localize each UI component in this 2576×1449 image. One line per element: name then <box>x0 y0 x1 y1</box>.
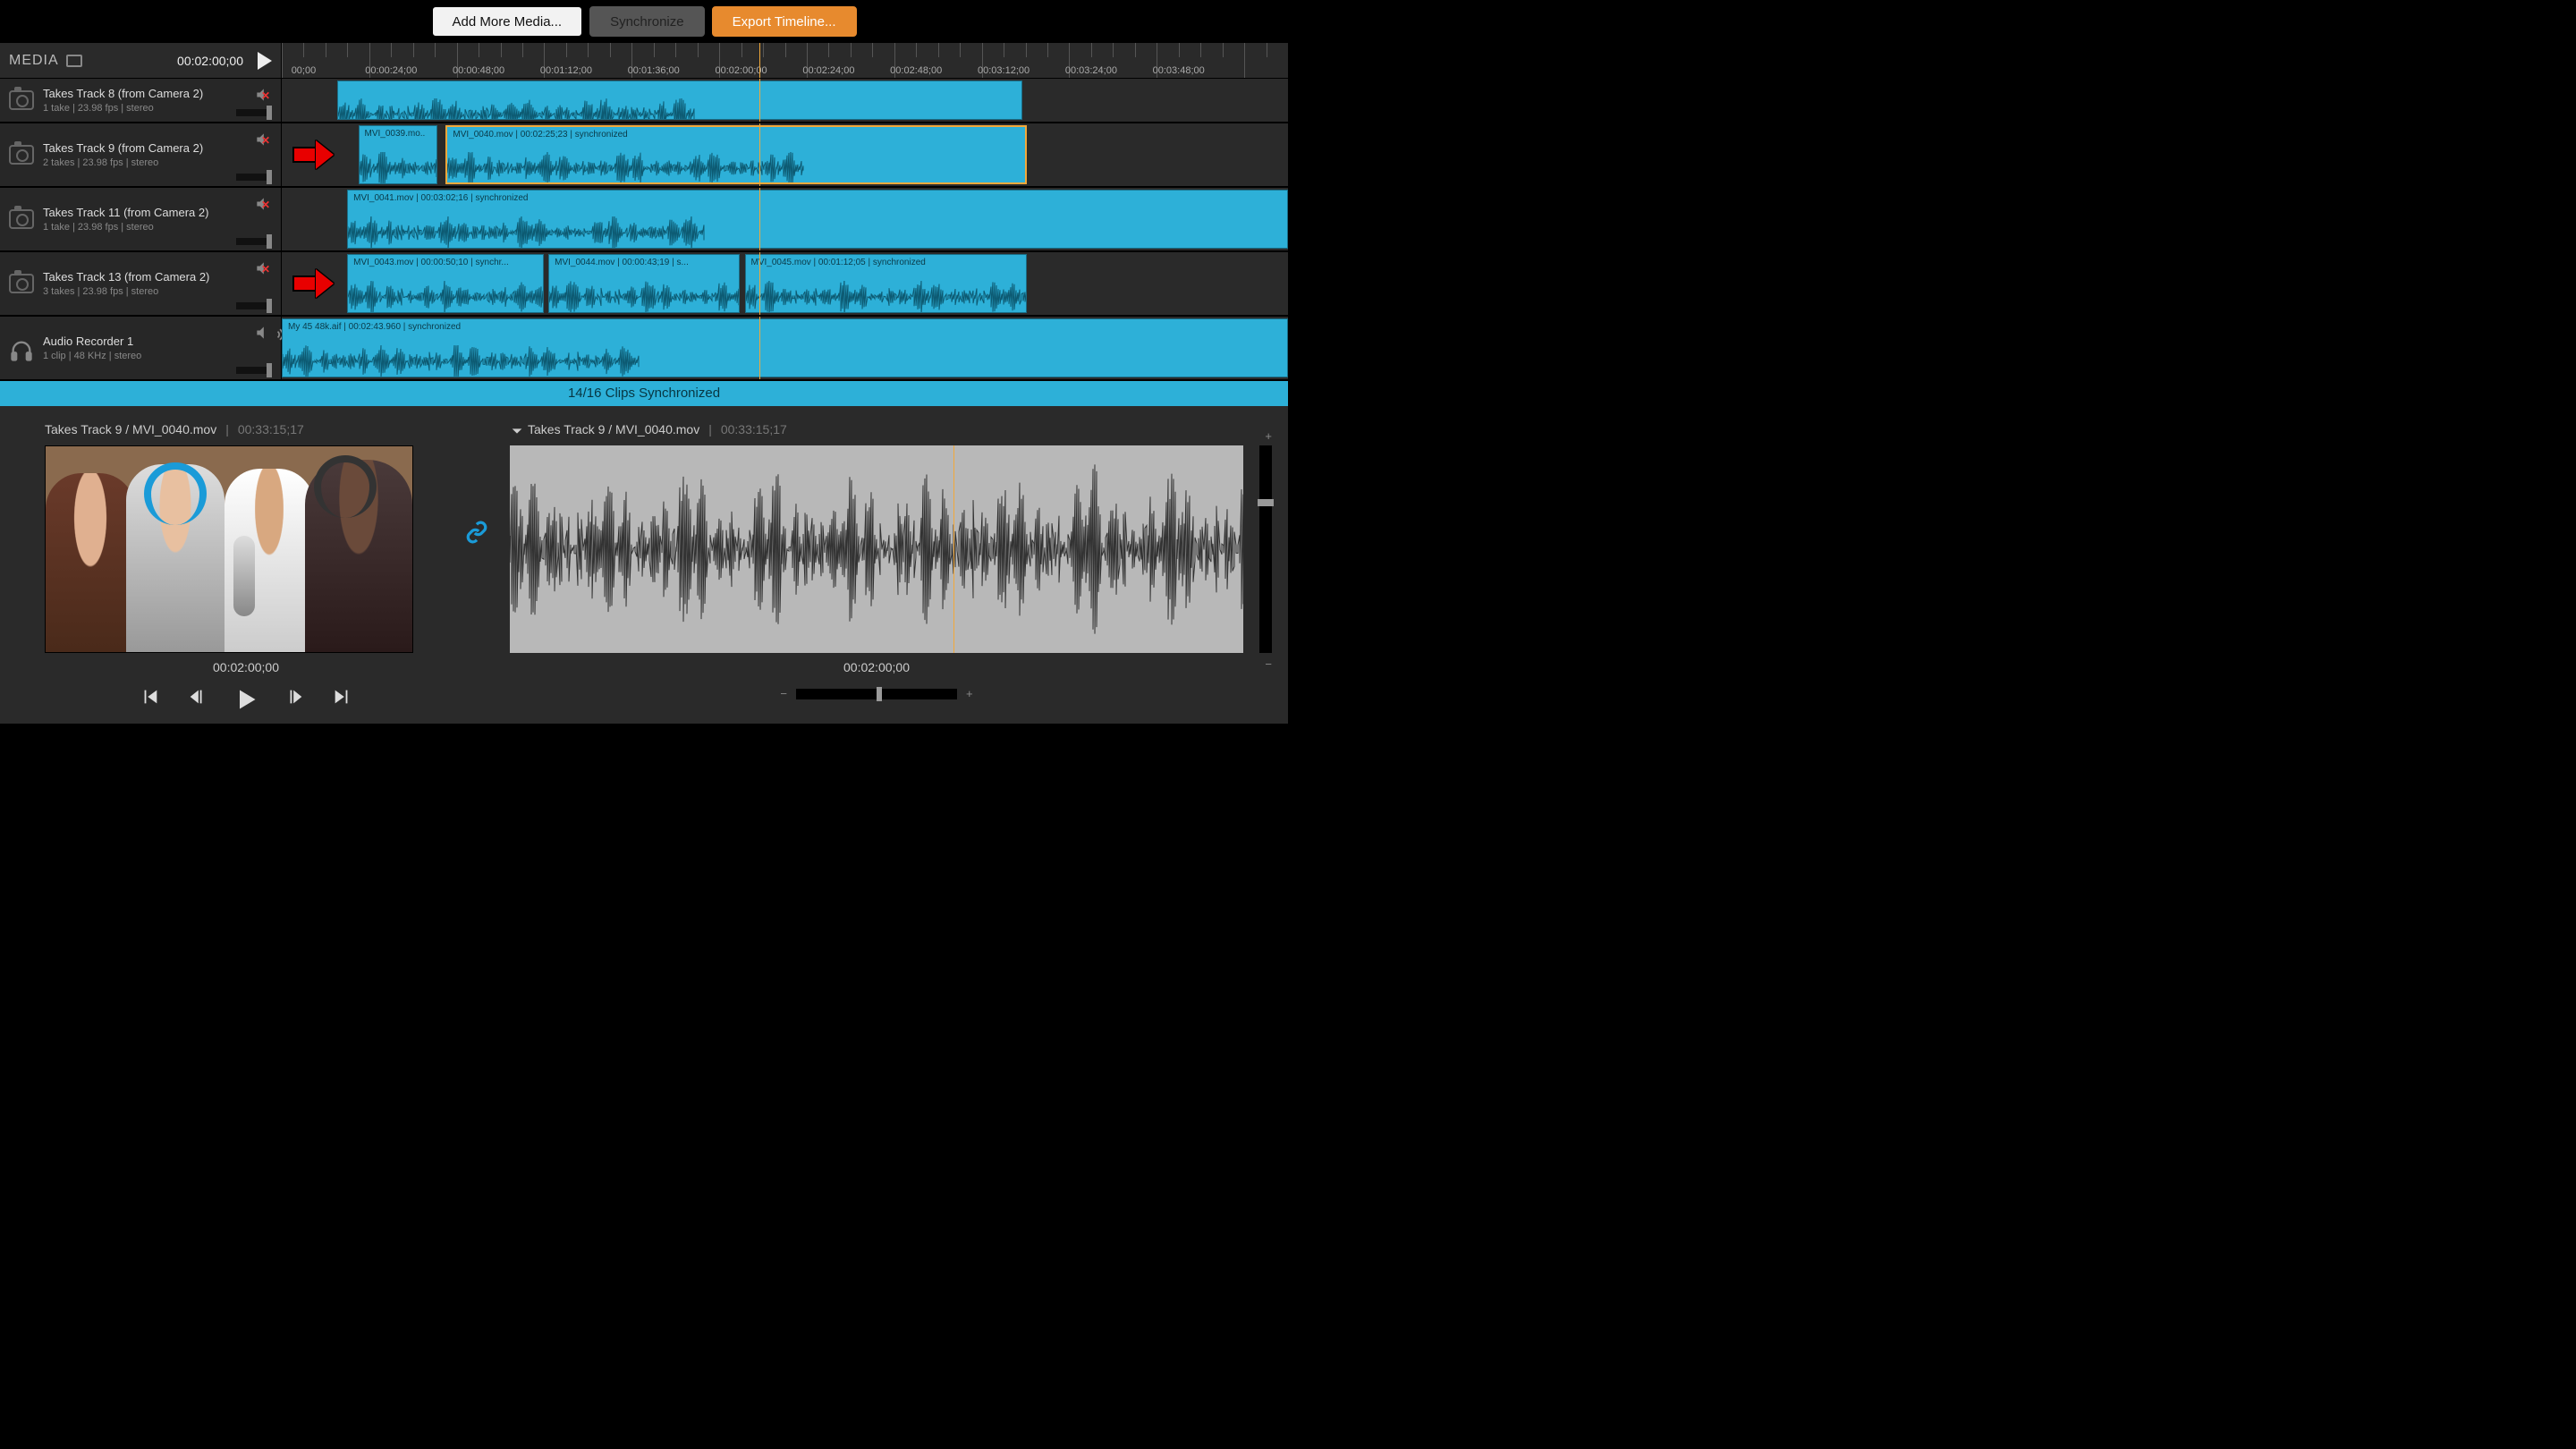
clip[interactable]: MVI_0043.mov | 00:00:50;10 | synchr... <box>347 254 543 313</box>
track-meta: 1 take | 23.98 fps | stereo <box>43 222 272 233</box>
annotation-arrow-icon <box>292 147 318 163</box>
preview-panel: Takes Track 9 / MVI_0040.mov | 00:33:15;… <box>0 406 1288 724</box>
volume-slider[interactable] <box>236 109 272 116</box>
vertical-zoom-slider[interactable] <box>1259 445 1272 653</box>
clip[interactable]: MVI_0039.mo.. <box>359 125 438 184</box>
horizontal-zoom-slider[interactable] <box>796 689 957 699</box>
clip[interactable] <box>337 80 1022 120</box>
camera-icon <box>9 145 34 165</box>
clip-label: MVI_0039.mo.. <box>365 129 426 139</box>
preview-right-info: Takes Track 9 / MVI_0040.mov | 00:33:15;… <box>510 422 1243 436</box>
zoom-in-button[interactable]: + <box>966 687 973 700</box>
waveform-detail[interactable]: + − <box>510 445 1243 653</box>
track-name: Audio Recorder 1 <box>43 335 272 348</box>
clip-label: My 45 48k.aif | 00:02:43.960 | synchroni… <box>288 322 461 332</box>
export-timeline-button[interactable]: Export Timeline... <box>712 6 857 37</box>
track-meta: 3 takes | 23.98 fps | stereo <box>43 286 272 297</box>
master-play-button[interactable] <box>258 52 272 70</box>
track-meta: 1 clip | 48 KHz | stereo <box>43 351 272 361</box>
preview-right-tc: 00:33:15;17 <box>721 422 787 436</box>
vzoom-minus[interactable]: − <box>1265 657 1272 671</box>
clip-label: MVI_0043.mov | 00:00:50;10 | synchr... <box>353 258 509 267</box>
master-timecode: 00:02:00;00 <box>89 54 243 68</box>
media-label: MEDIA <box>9 53 59 69</box>
track-row: Takes Track 8 (from Camera 2)1 take | 23… <box>0 79 1288 123</box>
skip-end-button[interactable] <box>332 687 352 715</box>
track-name: Takes Track 13 (from Camera 2) <box>43 270 272 284</box>
headphones-icon <box>9 338 34 358</box>
preview-left-title: Takes Track 9 / MVI_0040.mov <box>45 422 216 436</box>
clip[interactable]: MVI_0040.mov | 00:02:25;23 | synchronize… <box>445 125 1026 184</box>
skip-start-button[interactable] <box>140 687 160 715</box>
synchronize-button[interactable]: Synchronize <box>589 6 705 37</box>
transport-controls <box>45 687 447 715</box>
track-header[interactable]: Takes Track 13 (from Camera 2) 3 takes | … <box>0 252 282 315</box>
monitor-icon[interactable] <box>66 55 82 67</box>
step-fwd-button[interactable] <box>285 687 305 715</box>
volume-slider[interactable] <box>236 238 272 245</box>
clip-label: MVI_0044.mov | 00:00:43;19 | s... <box>555 258 689 267</box>
preview-left-info: Takes Track 9 / MVI_0040.mov | 00:33:15;… <box>45 422 447 436</box>
media-header: MEDIA 00:02:00;00 <box>0 43 282 78</box>
track-name: Takes Track 8 (from Camera 2) <box>43 87 272 100</box>
mute-button[interactable]: ✕ <box>254 259 272 280</box>
clip[interactable]: MVI_0044.mov | 00:00:43;19 | s... <box>548 254 740 313</box>
top-toolbar: Add More Media... Synchronize Export Tim… <box>0 0 1288 43</box>
clip[interactable]: MVI_0041.mov | 00:03:02;16 | synchronize… <box>347 190 1288 249</box>
track-header[interactable]: Takes Track 11 (from Camera 2) 1 take | 2… <box>0 188 282 250</box>
step-back-button[interactable] <box>187 687 207 715</box>
add-media-button[interactable]: Add More Media... <box>432 6 583 37</box>
volume-slider[interactable] <box>236 367 272 374</box>
volume-slider[interactable] <box>236 302 272 309</box>
mute-button[interactable] <box>254 324 272 344</box>
preview-right-title: Takes Track 9 / MVI_0040.mov <box>528 422 699 436</box>
tracks-panel: Takes Track 8 (from Camera 2) 1 take | 23… <box>0 79 1288 381</box>
disclosure-icon[interactable] <box>510 424 524 441</box>
track-row: Takes Track 11 (from Camera 2) 1 take | 2… <box>0 188 1288 252</box>
track-header[interactable]: Takes Track 8 (from Camera 2)1 take | 23… <box>0 79 282 122</box>
sync-status-bar: 14/16 Clips Synchronized <box>0 381 1288 406</box>
track-lane[interactable]: MVI_0039.mo.. MVI_0040.mov | 00:02:25;23 … <box>282 123 1288 186</box>
track-lane[interactable] <box>282 79 1288 122</box>
camera-icon <box>9 209 34 229</box>
annotation-arrow-icon <box>292 275 318 292</box>
clip[interactable]: MVI_0045.mov | 00:01:12;05 | synchronize… <box>745 254 1027 313</box>
clip-label: MVI_0045.mov | 00:01:12;05 | synchronize… <box>751 258 926 267</box>
track-row: Takes Track 9 (from Camera 2) 2 takes | 2… <box>0 123 1288 188</box>
track-row: Audio Recorder 1 1 clip | 48 KHz | stereo… <box>0 317 1288 381</box>
link-icon[interactable] <box>465 521 492 547</box>
mute-button[interactable]: ✕ <box>254 195 272 216</box>
play-button[interactable] <box>233 687 258 715</box>
mute-button[interactable]: ✕ <box>254 131 272 151</box>
media-header-row: MEDIA 00:02:00;00 00;0000:00:24;0000:00:… <box>0 43 1288 79</box>
track-row: Takes Track 13 (from Camera 2) 3 takes | … <box>0 252 1288 317</box>
camera-icon <box>9 90 34 110</box>
track-name: Takes Track 9 (from Camera 2) <box>43 141 272 155</box>
track-name: Takes Track 11 (from Camera 2) <box>43 206 272 219</box>
clip-label: MVI_0041.mov | 00:03:02;16 | synchronize… <box>353 193 528 203</box>
clip-label: MVI_0040.mov | 00:02:25;23 | synchronize… <box>453 130 627 140</box>
mute-button[interactable]: ✕ <box>254 86 272 106</box>
track-meta: 2 takes | 23.98 fps | stereo <box>43 157 272 168</box>
time-ruler[interactable]: 00;0000:00:24;0000:00:48;0000:01:12;0000… <box>282 43 1288 78</box>
vzoom-plus[interactable]: + <box>1265 429 1272 443</box>
preview-left-tc: 00:33:15;17 <box>238 422 304 436</box>
track-header[interactable]: Takes Track 9 (from Camera 2) 2 takes | 2… <box>0 123 282 186</box>
zoom-out-button[interactable]: − <box>780 687 787 700</box>
preview-right-below-tc: 00:02:00;00 <box>510 660 1243 674</box>
clip[interactable]: My 45 48k.aif | 00:02:43.960 | synchroni… <box>282 318 1288 377</box>
track-lane[interactable]: My 45 48k.aif | 00:02:43.960 | synchroni… <box>282 317 1288 379</box>
track-lane[interactable]: MVI_0043.mov | 00:00:50;10 | synchr... MV… <box>282 252 1288 315</box>
track-header[interactable]: Audio Recorder 1 1 clip | 48 KHz | stereo <box>0 317 282 379</box>
preview-left-below-tc: 00:02:00;00 <box>45 660 447 674</box>
camera-icon <box>9 274 34 293</box>
volume-slider[interactable] <box>236 174 272 181</box>
video-preview[interactable] <box>45 445 413 653</box>
track-lane[interactable]: MVI_0041.mov | 00:03:02;16 | synchronize… <box>282 188 1288 250</box>
